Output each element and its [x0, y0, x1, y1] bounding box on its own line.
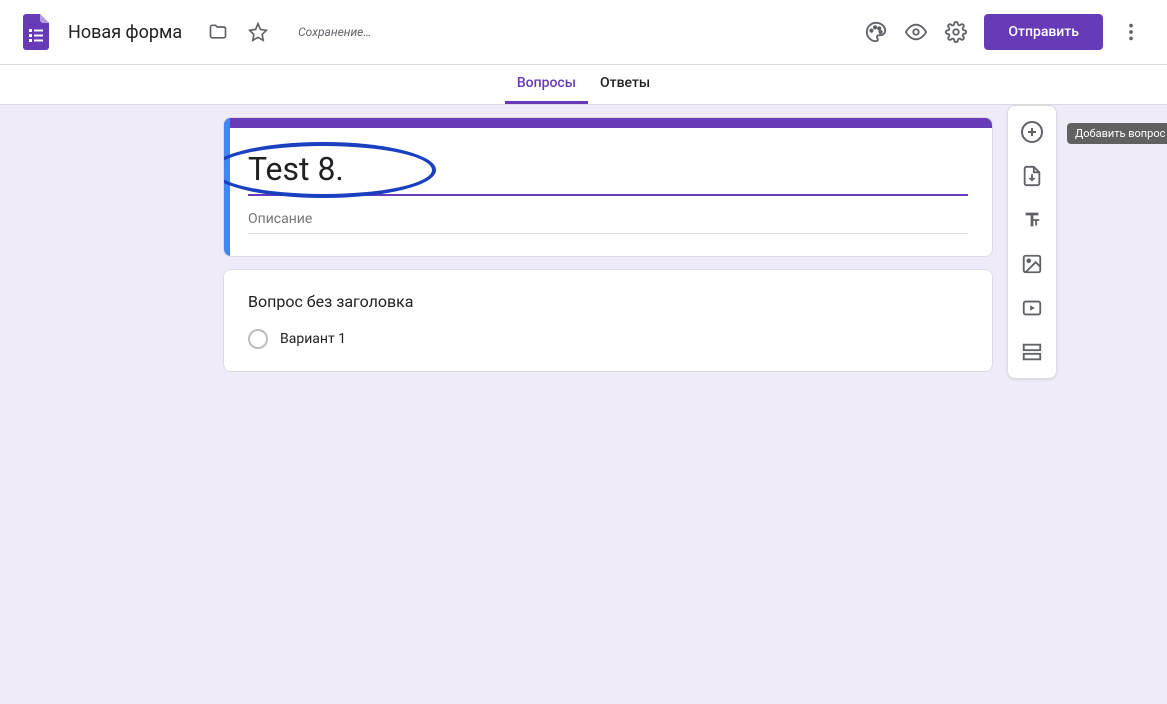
card-left-stripe	[224, 118, 230, 256]
saving-status: Сохранение…	[298, 25, 371, 39]
form-description-input[interactable]	[248, 211, 968, 227]
star-icon[interactable]	[238, 12, 278, 52]
import-questions-button[interactable]	[1014, 158, 1050, 194]
settings-icon[interactable]	[936, 12, 976, 52]
question-title[interactable]: Вопрос без заголовка	[248, 292, 968, 311]
send-button[interactable]: Отправить	[984, 14, 1103, 50]
app-header: Новая форма Сохранение… Отправить	[0, 0, 1167, 65]
forms-logo[interactable]	[16, 12, 56, 52]
form-title-input[interactable]	[248, 150, 968, 188]
palette-icon[interactable]	[856, 12, 896, 52]
floating-toolbar	[1007, 105, 1057, 379]
tooltip-add-question: Добавить вопрос	[1067, 123, 1167, 144]
form-canvas: Вопрос без заголовка Вариант 1	[223, 117, 993, 372]
add-title-button[interactable]	[1014, 202, 1050, 238]
question-card[interactable]: Вопрос без заголовка Вариант 1	[223, 269, 993, 372]
form-title-card[interactable]	[223, 117, 993, 257]
more-icon[interactable]	[1111, 12, 1151, 52]
preview-icon[interactable]	[896, 12, 936, 52]
form-title[interactable]: Новая форма	[60, 18, 190, 47]
workspace: Вопрос без заголовка Вариант 1	[0, 105, 1167, 704]
add-image-button[interactable]	[1014, 246, 1050, 282]
add-question-button[interactable]	[1014, 114, 1050, 150]
radio-icon	[248, 329, 268, 349]
option-row: Вариант 1	[248, 329, 968, 349]
tab-responses[interactable]: Ответы	[588, 65, 662, 104]
option-label[interactable]: Вариант 1	[280, 331, 346, 347]
tabs-bar: Вопросы Ответы	[0, 65, 1167, 105]
tab-questions[interactable]: Вопросы	[505, 65, 588, 104]
card-top-stripe	[224, 118, 992, 128]
add-section-button[interactable]	[1014, 334, 1050, 370]
add-video-button[interactable]	[1014, 290, 1050, 326]
folder-icon[interactable]	[198, 12, 238, 52]
